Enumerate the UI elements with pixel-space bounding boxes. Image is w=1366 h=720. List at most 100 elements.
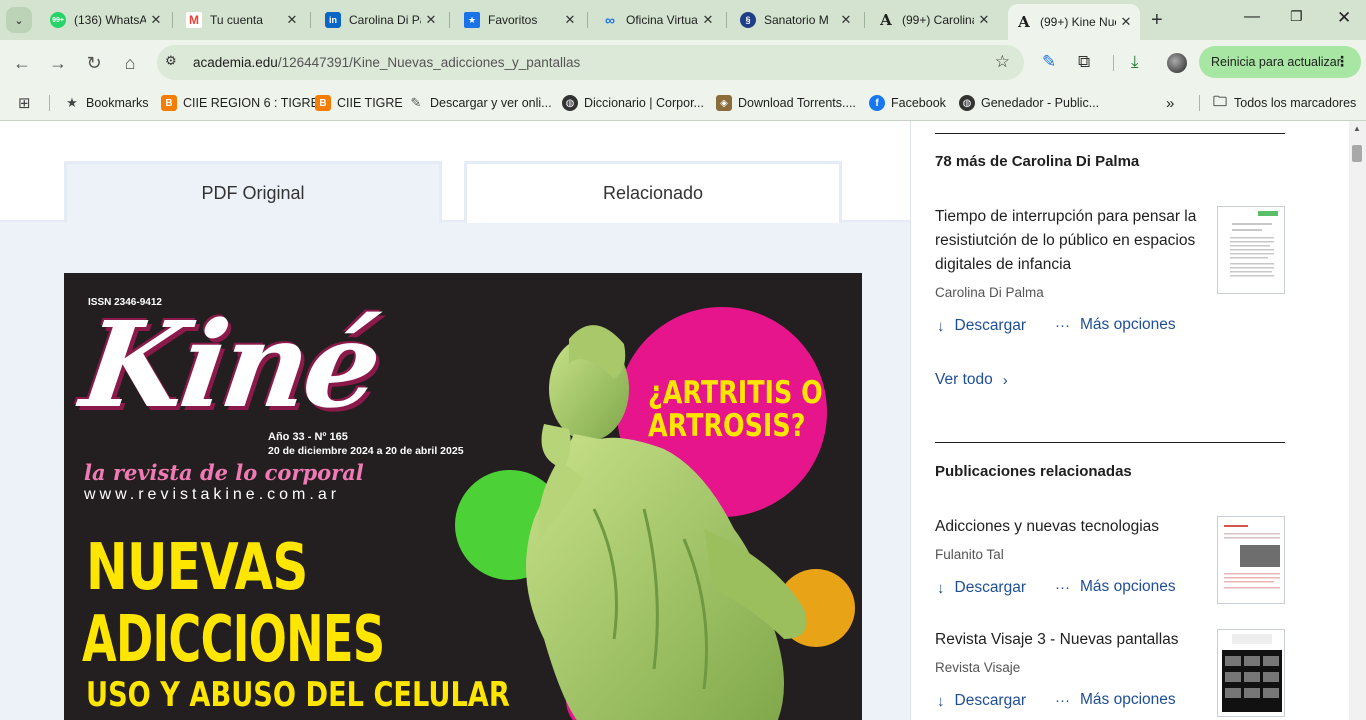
tab-separator [587, 12, 588, 28]
back-button[interactable]: ← [10, 51, 34, 75]
window-close-button[interactable]: ✕ [1337, 8, 1351, 28]
extensions-puzzle-icon[interactable]: ⧉ [1078, 52, 1090, 72]
download-button[interactable]: ↓ Descargar [937, 317, 1026, 335]
bookmark-star-icon[interactable]: ☆ [995, 52, 1010, 72]
folder-icon: 🗀 [1213, 93, 1227, 109]
favorites-icon: ★ [464, 12, 480, 28]
tab-sanatorio[interactable]: § Sanatorio M ✕ [732, 5, 860, 35]
tab-pdf-original-label: PDF Original [201, 183, 305, 203]
close-icon[interactable]: ✕ [698, 12, 718, 28]
download-icon[interactable]: ⤓ [1131, 52, 1139, 72]
download-button[interactable]: ↓ Descargar [937, 692, 1026, 710]
headline-uso-abuso: USO Y ABUSO DEL CELULAR [86, 675, 510, 715]
tab-academia-kine-active[interactable]: A (99+) Kine Nuevas ✕ [1008, 4, 1140, 40]
globe-icon: ◍ [562, 95, 578, 111]
url-text[interactable]: academia.edu/126447391/Kine_Nuevas_adicc… [193, 55, 580, 70]
download-label: Descargar [954, 579, 1027, 596]
home-button[interactable]: ⌂ [118, 51, 142, 75]
close-icon[interactable]: ✕ [421, 12, 441, 28]
section-rule [935, 442, 1285, 443]
menu-dots-icon[interactable]: ⋮ [1335, 53, 1349, 70]
profile-avatar[interactable] [1167, 53, 1187, 73]
bookmark-label: Facebook [891, 96, 946, 110]
bookmark-label: Bookmarks [86, 96, 149, 110]
tab-separator [172, 12, 173, 28]
bookmarks-separator [1199, 95, 1200, 111]
scrollbar-thumb[interactable] [1352, 145, 1362, 162]
minimize-button[interactable]: — [1244, 8, 1260, 26]
bookmark-label: Genedador - Public... [981, 96, 1100, 110]
apps-grid-button[interactable]: ⊞ [18, 92, 31, 114]
academia-icon: A [1018, 13, 1030, 31]
close-icon[interactable]: ✕ [560, 12, 580, 28]
thumbnail-preview [1230, 211, 1278, 277]
bookmark-genedador[interactable]: ◍ Genedador - Public... [959, 92, 1099, 114]
tab-relacionado[interactable]: Relacionado [464, 161, 842, 223]
related-item-author[interactable]: Carolina Di Palma [935, 285, 1044, 300]
download-button[interactable]: ↓ Descargar [937, 579, 1026, 597]
ellipsis-icon: ··· [1055, 316, 1070, 334]
bookmark-ciie-region[interactable]: B CIIE REGION 6 : TIGRE [161, 92, 319, 114]
tab-oficina-virtual[interactable]: ∞ Oficina Virtual ✕ [594, 5, 722, 35]
see-all-link[interactable]: Ver todo › [935, 371, 1008, 389]
address-bar[interactable]: ⚙ academia.edu/126447391/Kine_Nuevas_adi… [157, 45, 1024, 80]
document-thumbnail[interactable] [1217, 206, 1285, 294]
tab-pdf-original[interactable]: PDF Original [64, 161, 442, 223]
tab-separator [310, 12, 311, 28]
close-icon[interactable]: ✕ [974, 12, 994, 28]
sidebar-divider [910, 121, 911, 720]
close-icon[interactable]: ✕ [282, 12, 302, 28]
related-item-author[interactable]: Revista Visaje [935, 660, 1020, 675]
bookmark-ciie-tigre[interactable]: B CIIE TIGRE [315, 92, 403, 114]
reload-button[interactable]: ↻ [82, 51, 106, 75]
new-tab-button[interactable]: + [1151, 9, 1163, 32]
tab-linkedin[interactable]: in Carolina Di Palma ✕ [317, 5, 445, 35]
globe-icon: ◍ [959, 95, 975, 111]
related-item-author[interactable]: Fulanito Tal [935, 547, 1004, 562]
more-options-button[interactable]: ··· Más opciones [1055, 691, 1176, 709]
more-options-button[interactable]: ··· Más opciones [1055, 316, 1176, 334]
thumbnail-preview [1222, 634, 1282, 712]
bookmark-facebook[interactable]: f Facebook [869, 92, 946, 114]
related-item-title[interactable]: Tiempo de interrupción para pensar la re… [935, 205, 1200, 277]
bookmark-bookmarks[interactable]: ★ Bookmarks [64, 92, 149, 114]
shield-icon: ◈ [716, 95, 732, 111]
more-options-button[interactable]: ··· Más opciones [1055, 578, 1176, 596]
all-bookmarks-button[interactable]: 🗀 Todos los marcadores [1212, 92, 1356, 114]
close-icon[interactable]: ✕ [146, 12, 166, 28]
related-item-title[interactable]: Adicciones y nuevas tecnologias [935, 515, 1200, 539]
bookmark-label: CIIE REGION 6 : TIGRE [183, 96, 319, 110]
ellipsis-icon: ··· [1055, 691, 1070, 709]
bookmarks-overflow-button[interactable]: » [1166, 92, 1174, 114]
document-thumbnail[interactable] [1217, 629, 1285, 717]
site-info-icon[interactable]: ⚙ [165, 53, 177, 69]
bookmark-label: Descargar y ver onli... [430, 96, 552, 110]
toolbar-separator [1113, 55, 1114, 71]
update-label: Reinicia para actualizar [1211, 55, 1341, 69]
bookmark-download-torrents[interactable]: ◈ Download Torrents.... [716, 92, 856, 114]
close-icon[interactable]: ✕ [836, 12, 856, 28]
restore-button[interactable]: ❐ [1290, 8, 1303, 25]
related-item-title[interactable]: Revista Visaje 3 - Nuevas pantallas [935, 628, 1200, 652]
more-options-label: Más opciones [1080, 578, 1176, 595]
extension-pen-icon[interactable]: ✎ [1042, 52, 1056, 72]
update-button[interactable]: Reinicia para actualizar ⋮ [1199, 46, 1361, 78]
bookmarks-bar: ⊞ ★ Bookmarks B CIIE REGION 6 : TIGRE B … [0, 85, 1366, 121]
bookmark-label: Download Torrents.... [738, 96, 856, 110]
scroll-up-arrow-icon[interactable]: ▲ [1353, 124, 1361, 133]
tab-academia-carolina[interactable]: A (99+) Carolina ✕ [870, 5, 998, 35]
bookmark-diccionario[interactable]: ◍ Diccionario | Corpor... [562, 92, 704, 114]
related-publications-heading: Publicaciones relacionadas [935, 463, 1132, 480]
issue-number: Año 33 - Nº 165 [268, 431, 348, 443]
close-icon[interactable]: ✕ [1116, 14, 1136, 30]
tab-gmail[interactable]: M Tu cuenta ✕ [178, 5, 306, 35]
more-by-author-heading: 78 más de Carolina Di Palma [935, 153, 1140, 170]
tab-favoritos[interactable]: ★ Favoritos ✕ [456, 5, 584, 35]
tab-search-button[interactable]: ⌄ [6, 7, 32, 33]
page-scrollbar[interactable]: ▲ [1349, 121, 1366, 720]
forward-button[interactable]: → [46, 51, 70, 75]
bookmark-descargar[interactable]: ✎ Descargar y ver onli... [408, 92, 552, 114]
tab-whatsapp[interactable]: 99+ (136) WhatsApp ✕ [42, 5, 170, 35]
document-thumbnail[interactable] [1217, 516, 1285, 604]
section-rule [935, 133, 1285, 134]
